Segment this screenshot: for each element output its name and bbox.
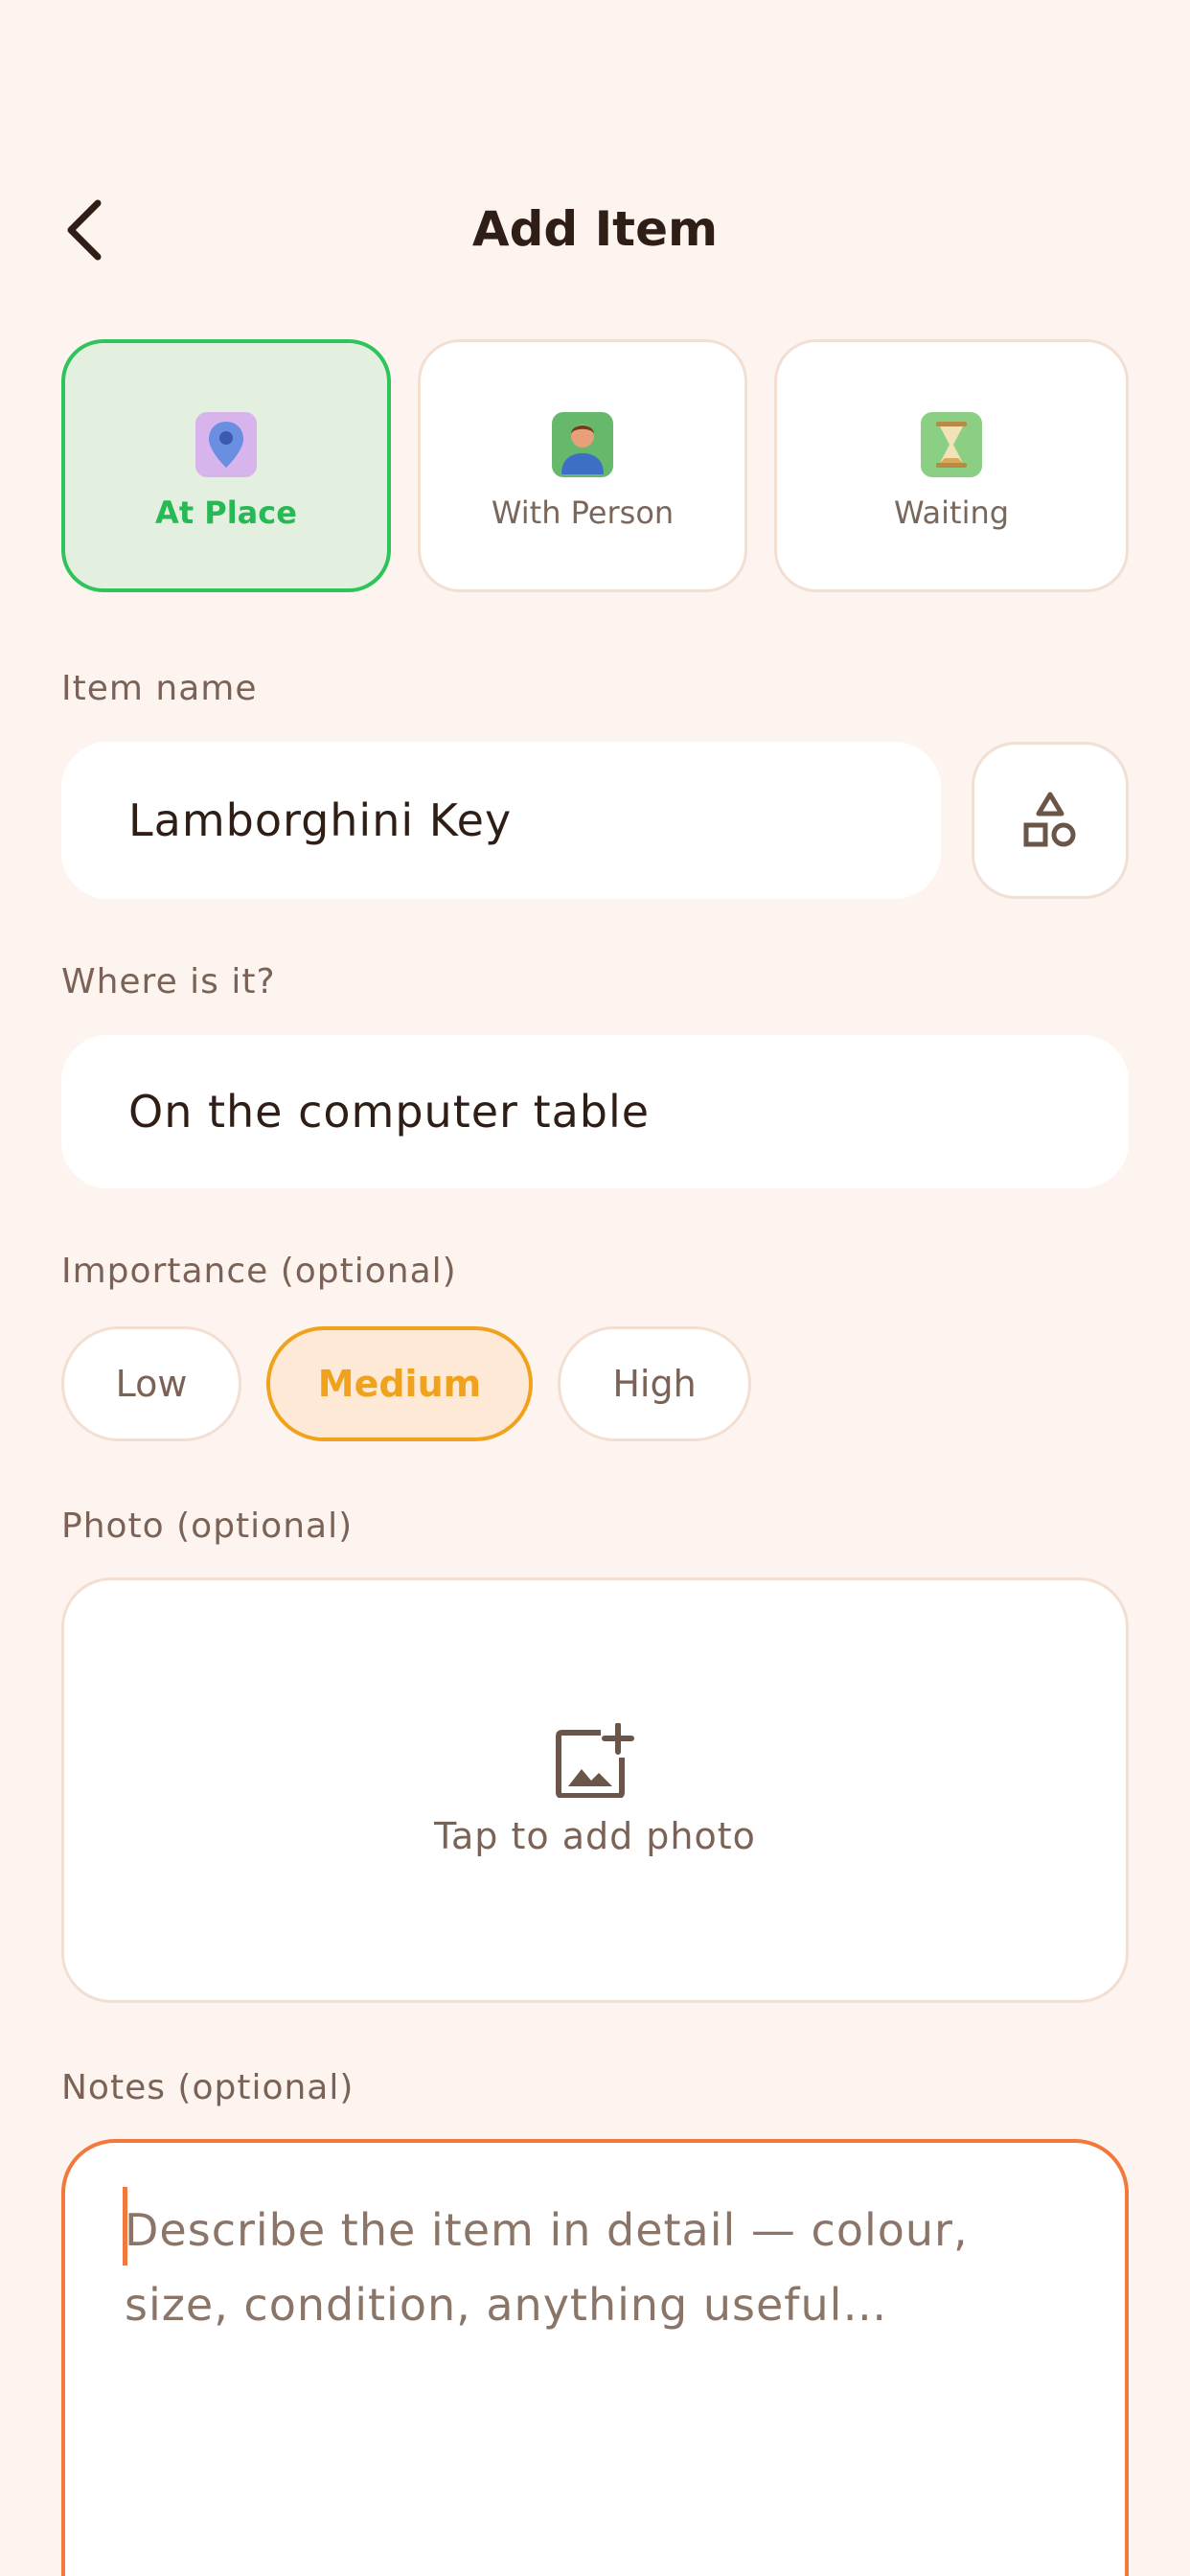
item-name-input[interactable]: Lamborghini Key <box>61 742 941 899</box>
importance-chip-medium[interactable]: Medium <box>266 1326 533 1441</box>
type-label: Waiting <box>893 494 1010 531</box>
importance-label: Importance (optional) <box>61 1252 457 1291</box>
add-photo-area[interactable]: Tap to add photo <box>61 1577 1129 2003</box>
person-icon <box>552 412 613 477</box>
add-photo-icon <box>556 1723 634 1798</box>
type-card-with-person[interactable]: With Person <box>418 339 747 592</box>
location-pin-icon <box>195 412 257 477</box>
type-card-waiting[interactable]: Waiting <box>774 339 1129 592</box>
location-input[interactable]: On the computer table <box>61 1035 1129 1188</box>
importance-chip-low[interactable]: Low <box>61 1326 241 1441</box>
type-label: With Person <box>491 494 675 531</box>
hourglass-icon <box>921 412 982 477</box>
item-name-value: Lamborghini Key <box>128 794 513 846</box>
notes-textarea[interactable]: Describe the item in detail — colour, si… <box>61 2139 1129 2576</box>
location-label: Where is it? <box>61 962 276 1001</box>
chip-label: Medium <box>317 1363 482 1405</box>
add-photo-text: Tap to add photo <box>434 1815 756 1857</box>
item-name-label: Item name <box>61 669 258 708</box>
importance-chip-high[interactable]: High <box>558 1326 751 1441</box>
app-header: Add Item <box>0 172 1190 288</box>
photo-label: Photo (optional) <box>61 1506 354 1546</box>
page-title: Add Item <box>471 201 719 257</box>
chip-label: Low <box>115 1363 188 1405</box>
item-type-selector: At Place With Person Waiting <box>61 339 1129 592</box>
notes-placeholder: Describe the item in detail — colour, si… <box>125 2204 969 2331</box>
notes-label: Notes (optional) <box>61 2068 355 2107</box>
chip-label: High <box>612 1363 697 1405</box>
type-label: At Place <box>155 494 297 531</box>
type-card-at-place[interactable]: At Place <box>61 339 391 592</box>
shape-picker-button[interactable] <box>972 742 1129 899</box>
location-value: On the computer table <box>128 1086 651 1138</box>
shapes-icon <box>1023 792 1076 847</box>
